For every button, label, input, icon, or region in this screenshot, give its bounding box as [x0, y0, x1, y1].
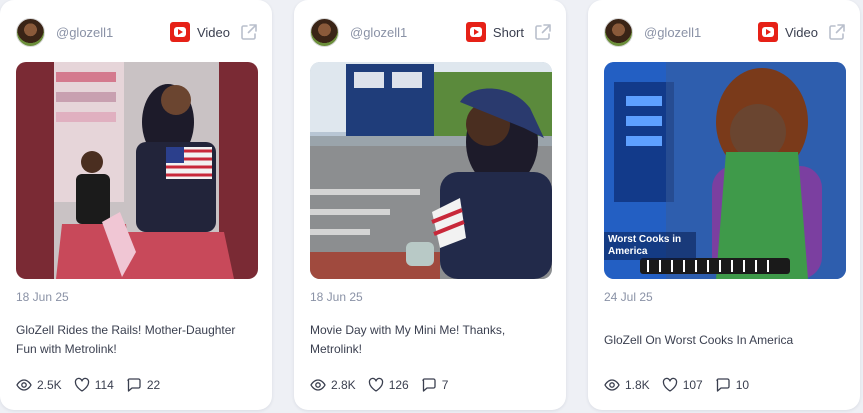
comments-stat: 10 [715, 377, 749, 393]
content-type: Video [757, 22, 818, 42]
creator-handle[interactable]: @glozell1 [644, 25, 758, 40]
comment-icon [422, 378, 436, 392]
comment-icon [716, 378, 730, 392]
likes-count: 126 [388, 378, 409, 392]
youtube-icon [465, 22, 486, 42]
eye-icon [604, 379, 620, 391]
content-type-label: Short [492, 24, 524, 40]
content-card-grid: @glozell1 Video 18 Jun 25 GloZell Rides … [0, 0, 863, 413]
thumbnail-caption: Worst Cooks in America [604, 232, 696, 260]
content-title[interactable]: GloZell Rides the Rails! Mother-Daughter… [16, 321, 258, 359]
content-type-label: Video [784, 24, 818, 40]
heart-icon [368, 377, 383, 392]
card-header: @glozell1 Short [310, 17, 552, 47]
publish-date: 18 Jun 25 [310, 290, 363, 304]
views-stat: 2.5K [16, 377, 62, 393]
content-title[interactable]: GloZell On Worst Cooks In America [604, 331, 846, 350]
video-thumbnail[interactable]: Worst Cooks in America [604, 62, 846, 279]
card-header: @glozell1 Video [16, 17, 258, 47]
likes-count: 107 [682, 378, 703, 392]
heart-icon [662, 377, 677, 392]
publish-date: 24 Jul 25 [604, 290, 653, 304]
comments-count: 7 [441, 378, 449, 392]
avatar[interactable] [604, 17, 633, 47]
publish-date: 18 Jun 25 [16, 290, 69, 304]
content-card[interactable]: @glozell1 Video [0, 0, 272, 410]
avatar[interactable] [16, 17, 45, 47]
external-link-icon[interactable] [534, 23, 552, 41]
content-card[interactable]: @glozell1 Video [588, 0, 860, 410]
comments-count: 10 [735, 378, 750, 392]
engagement-stats: 2.8K 126 7 [310, 377, 460, 393]
likes-stat: 126 [368, 377, 409, 393]
eye-icon [16, 379, 32, 391]
content-type: Short [465, 22, 524, 42]
comment-icon [127, 378, 141, 392]
views-count: 2.5K [37, 378, 62, 392]
eye-icon [310, 379, 326, 391]
views-count: 1.8K [625, 378, 650, 392]
comments-stat: 7 [421, 377, 449, 393]
creator-handle[interactable]: @glozell1 [56, 25, 170, 40]
external-link-icon[interactable] [828, 23, 846, 41]
likes-count: 114 [94, 378, 114, 392]
avatar[interactable] [310, 17, 339, 47]
content-type-label: Video [196, 24, 230, 40]
comments-count: 22 [146, 378, 161, 392]
video-thumbnail[interactable] [310, 62, 552, 279]
content-title[interactable]: Movie Day with My Mini Me! Thanks, Metro… [310, 321, 552, 359]
youtube-icon [757, 22, 778, 42]
content-type: Video [169, 22, 230, 42]
comments-stat: 22 [126, 377, 160, 393]
engagement-stats: 1.8K 107 10 [604, 377, 761, 393]
external-link-icon[interactable] [240, 23, 258, 41]
youtube-icon [169, 22, 190, 42]
likes-stat: 107 [662, 377, 703, 393]
views-stat: 1.8K [604, 377, 650, 393]
creator-handle[interactable]: @glozell1 [350, 25, 466, 40]
card-header: @glozell1 Video [604, 17, 846, 47]
heart-icon [74, 377, 89, 392]
video-thumbnail[interactable] [16, 62, 258, 279]
views-count: 2.8K [331, 378, 356, 392]
likes-stat: 114 [74, 377, 114, 393]
engagement-stats: 2.5K 114 22 [16, 377, 172, 393]
content-card[interactable]: @glozell1 Short 18 Jun 25 Movie Day with… [294, 0, 566, 410]
views-stat: 2.8K [310, 377, 356, 393]
